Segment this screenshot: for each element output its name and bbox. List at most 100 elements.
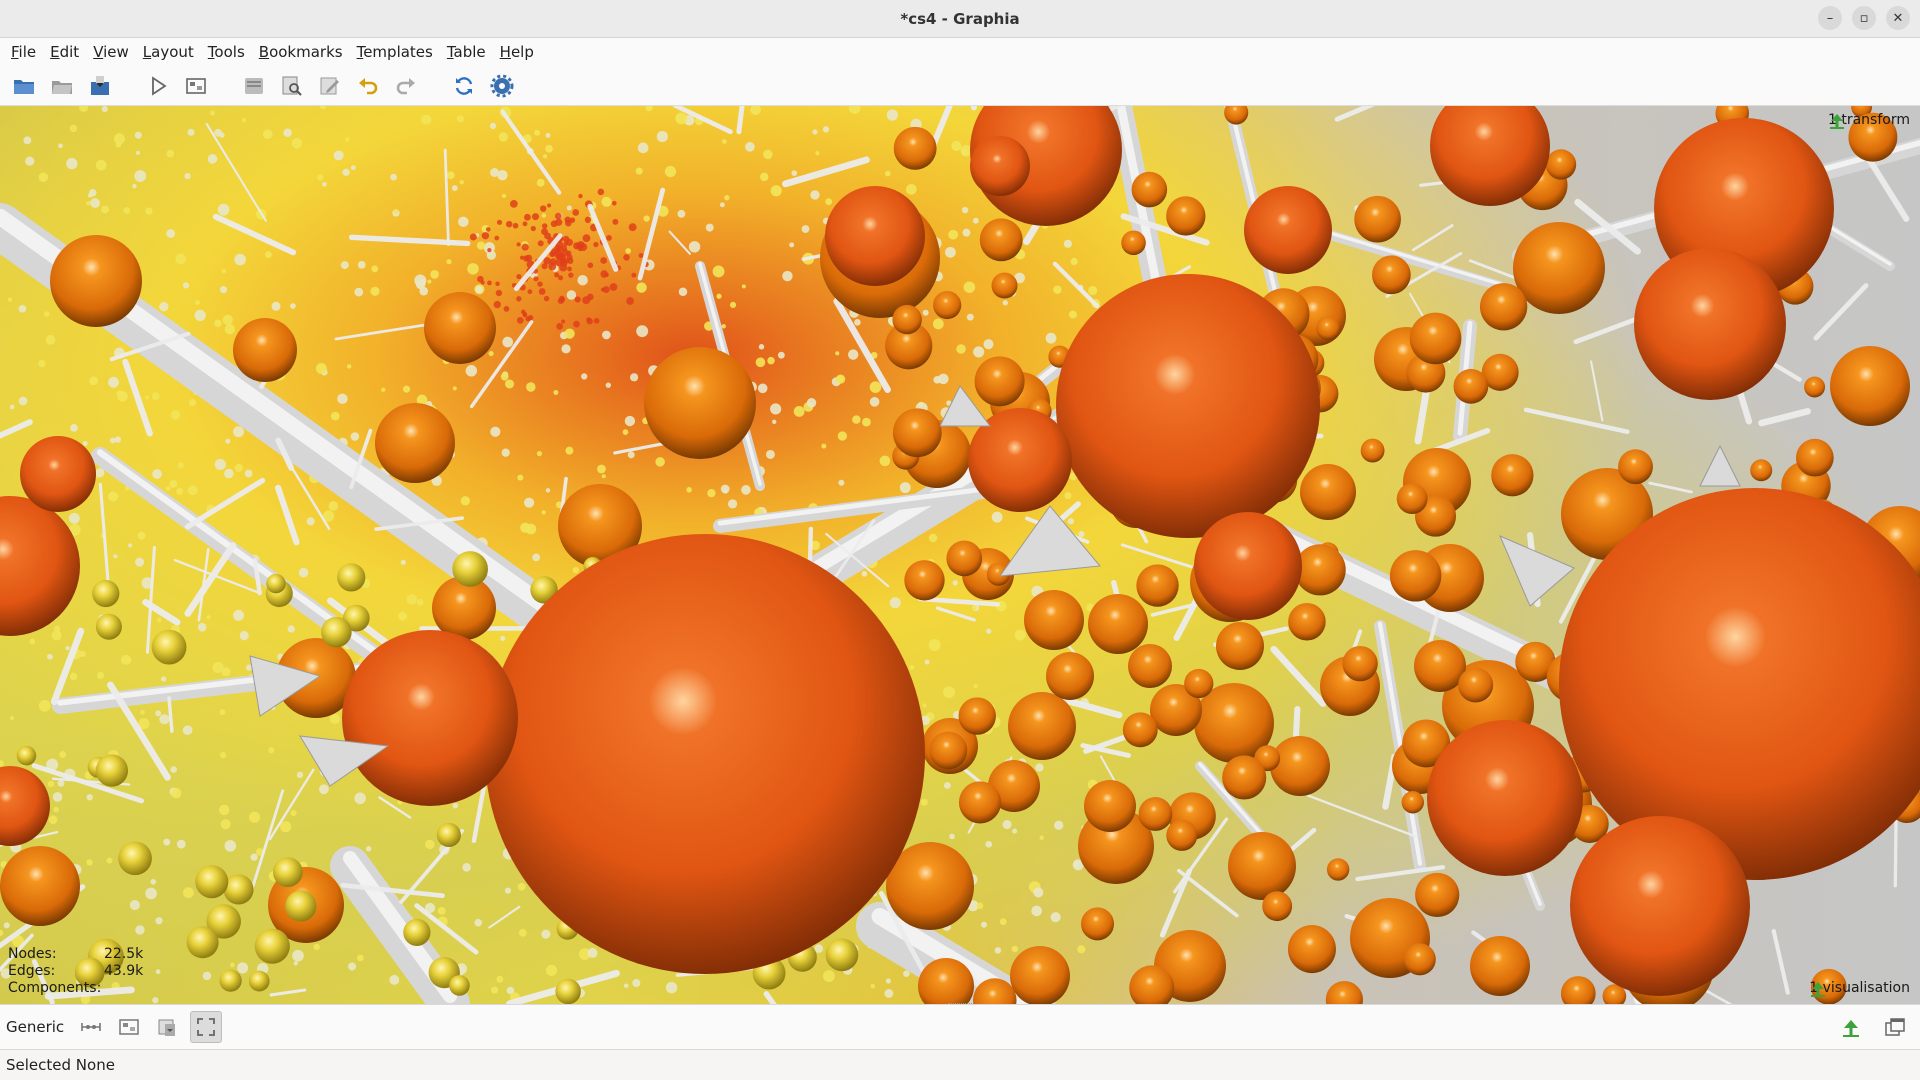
- small-node: [727, 499, 738, 509]
- small-node: [500, 635, 506, 641]
- graph-viewport[interactable]: 1 transform Nodes: 22.5k Edges: 43.9k Comp…: [0, 106, 1920, 1004]
- small-node: [456, 115, 464, 123]
- small-node: [561, 319, 566, 324]
- small-node: [38, 359, 46, 368]
- small-node: [636, 325, 649, 338]
- small-node: [597, 464, 606, 474]
- small-node: [69, 672, 78, 681]
- small-node: [501, 448, 510, 457]
- mid-node: [933, 290, 962, 320]
- small-node: [437, 906, 446, 915]
- small-node: [505, 220, 513, 228]
- save-button[interactable]: [84, 70, 116, 102]
- small-node: [462, 863, 471, 872]
- edge-thin: [1306, 794, 1418, 839]
- edge-thin: [1523, 407, 1630, 435]
- add-transform-icon[interactable]: [1828, 112, 1846, 130]
- menu-file[interactable]: File: [4, 43, 43, 61]
- small-node: [459, 180, 464, 185]
- transforms-control[interactable]: 1 transform: [1828, 112, 1910, 130]
- add-visualisation-icon[interactable]: [1809, 980, 1827, 998]
- save-image-button[interactable]: [152, 1012, 182, 1042]
- components-label: Components:: [8, 980, 102, 996]
- edit-button[interactable]: [314, 70, 346, 102]
- menu-help[interactable]: Help: [493, 43, 541, 61]
- visualisations-control[interactable]: 1 visualisation: [1809, 980, 1910, 998]
- small-node: [182, 887, 194, 899]
- menu-templates[interactable]: Templates: [350, 43, 440, 61]
- small-node: [170, 766, 177, 773]
- small-node: [755, 357, 766, 368]
- open-in-tab-icon: [52, 80, 72, 94]
- small-node: [721, 324, 727, 329]
- open-file-button[interactable]: [8, 70, 40, 102]
- small-node: [389, 974, 400, 985]
- delete-button[interactable]: [238, 70, 270, 102]
- mid-node: [892, 304, 922, 335]
- fullscreen-button[interactable]: [190, 1011, 223, 1043]
- mid-node: [1479, 283, 1528, 331]
- overview-button[interactable]: [180, 70, 212, 102]
- refresh-button[interactable]: [448, 70, 480, 102]
- mid-node: [0, 846, 80, 926]
- small-node: [96, 671, 105, 680]
- edge-thin: [269, 988, 307, 997]
- small-node: [1033, 887, 1044, 898]
- small-node: [885, 978, 892, 984]
- small-node: [579, 243, 588, 252]
- edges-label: Edges:: [8, 963, 56, 979]
- small-node: [572, 209, 580, 216]
- open-in-tab-button[interactable]: [46, 70, 78, 102]
- collapse-panel-button[interactable]: [1836, 1013, 1866, 1043]
- maximize-button[interactable]: ▫: [1852, 6, 1876, 30]
- small-node: [123, 207, 131, 214]
- small-node: [465, 365, 478, 377]
- menu-bookmarks[interactable]: Bookmarks: [252, 43, 350, 61]
- small-node: [126, 657, 132, 663]
- mid-node: [1804, 376, 1826, 398]
- small-node: [237, 962, 249, 974]
- small-node: [716, 293, 722, 299]
- small-node: [182, 282, 190, 289]
- mid-node: [1354, 195, 1401, 243]
- close-button[interactable]: ✕: [1886, 6, 1910, 30]
- edge-thin: [1771, 929, 1790, 995]
- mid-node: [1415, 872, 1460, 918]
- small-node: [354, 287, 364, 297]
- mid-node: [1401, 791, 1425, 814]
- settings-button[interactable]: [486, 70, 518, 102]
- menu-tools[interactable]: Tools: [201, 43, 252, 61]
- small-node: [306, 517, 315, 526]
- small-node: [188, 398, 197, 407]
- detach-window-button[interactable]: [1880, 1013, 1910, 1043]
- mid-node: [929, 731, 968, 770]
- small-node: [1011, 945, 1019, 953]
- play-layout-button[interactable]: [142, 70, 174, 102]
- small-node: [554, 212, 562, 220]
- node-size-button[interactable]: [76, 1012, 106, 1042]
- minimize-button[interactable]: –: [1818, 6, 1842, 30]
- small-node: [0, 929, 4, 937]
- edit-icon: [320, 77, 339, 94]
- small-node: [317, 174, 324, 181]
- small-node: [566, 205, 572, 211]
- menu-table[interactable]: Table: [440, 43, 493, 61]
- small-node: [95, 468, 105, 478]
- small-node: [1012, 828, 1018, 834]
- edge-thin: [736, 106, 745, 135]
- small-node: [973, 346, 985, 358]
- menu-view[interactable]: View: [86, 43, 136, 61]
- redo-button[interactable]: [390, 70, 422, 102]
- undo-button[interactable]: [352, 70, 384, 102]
- nodes-value: 22.5k: [104, 946, 144, 962]
- small-node: [823, 970, 835, 983]
- small-node: [101, 106, 108, 113]
- small-node: [1031, 905, 1042, 917]
- small-node: [924, 659, 930, 665]
- small-node: [340, 261, 349, 270]
- menu-layout[interactable]: Layout: [136, 43, 201, 61]
- overview-mode-button[interactable]: [114, 1012, 144, 1042]
- small-node: [545, 132, 551, 138]
- menu-edit[interactable]: Edit: [43, 43, 86, 61]
- find-button[interactable]: [276, 70, 308, 102]
